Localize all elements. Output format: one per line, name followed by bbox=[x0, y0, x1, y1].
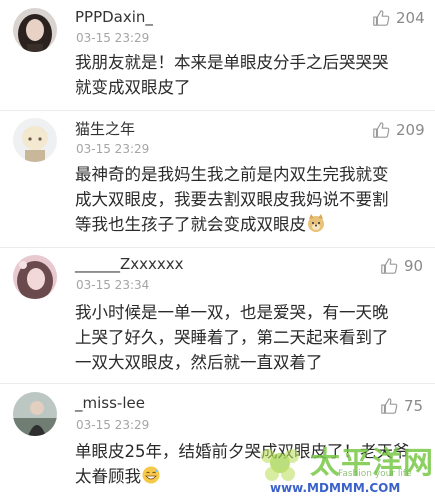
comment-text: 我小时候是一单一双，也是爱哭，有一天晚 上哭了好久，哭睡着了，第二天起来看到了 … bbox=[75, 300, 425, 375]
like-button[interactable]: 209 bbox=[372, 121, 425, 139]
timestamp: 03-15 23:29 bbox=[76, 142, 150, 156]
like-count: 75 bbox=[404, 397, 424, 415]
watermark-url: www.MDMMM.COM bbox=[270, 481, 401, 495]
comment-line: 我朋友就是！本来是单眼皮分手之后哭哭哭 bbox=[75, 53, 389, 72]
divider bbox=[0, 383, 435, 384]
comment-line: 一双大双眼皮，然后就一直双着了 bbox=[75, 353, 323, 372]
avatar[interactable] bbox=[13, 8, 57, 52]
doge-emoji bbox=[306, 213, 326, 240]
username[interactable]: PPPDaxin_ bbox=[75, 8, 153, 26]
timestamp: 03-15 23:29 bbox=[76, 418, 150, 432]
divider bbox=[0, 247, 435, 248]
watermark: 太平洋网 Fashion your life www.MDMMM.COM bbox=[250, 436, 435, 500]
like-button[interactable]: 204 bbox=[372, 9, 425, 27]
like-button[interactable]: 90 bbox=[380, 257, 423, 275]
avatar[interactable] bbox=[13, 392, 57, 436]
username[interactable]: _miss-lee bbox=[75, 394, 145, 412]
comment-text: 最神奇的是我妈生我之前是内双生完我就变 成大双眼皮，我要去割双眼皮我妈说不要割 … bbox=[75, 162, 425, 240]
divider bbox=[0, 110, 435, 111]
comment-line: 最神奇的是我妈生我之前是内双生完我就变 bbox=[75, 165, 389, 184]
comment-line-text: 太眷顾我 bbox=[75, 467, 141, 486]
comment-line: 我小时候是一单一双，也是爱哭，有一天晚 bbox=[75, 303, 389, 322]
comment-line: 就变成双眼皮了 bbox=[75, 78, 191, 97]
avatar[interactable] bbox=[13, 255, 57, 299]
thumbs-up-icon bbox=[381, 398, 398, 414]
watermark-subtitle: Fashion your life bbox=[338, 469, 412, 479]
like-count: 204 bbox=[396, 9, 425, 27]
comment-line: 成大双眼皮，我要去割双眼皮我妈说不要割 bbox=[75, 190, 389, 209]
thumbs-up-icon bbox=[381, 258, 398, 274]
like-count: 90 bbox=[404, 257, 424, 275]
comment-line: 等我也生孩子了就会变成双眼皮 bbox=[75, 212, 425, 240]
comment-line-text: 等我也生孩子了就会变成双眼皮 bbox=[75, 215, 306, 234]
avatar[interactable] bbox=[13, 118, 57, 162]
thumbs-up-icon bbox=[373, 10, 390, 26]
timestamp: 03-15 23:34 bbox=[76, 278, 150, 292]
comment-line: 上哭了好久，哭睡着了，第二天起来看到了 bbox=[75, 328, 389, 347]
like-button[interactable]: 75 bbox=[380, 397, 423, 415]
like-count: 209 bbox=[396, 121, 425, 139]
thumbs-up-icon bbox=[373, 122, 390, 138]
username[interactable]: 猫生之年 bbox=[75, 118, 135, 139]
timestamp: 03-15 23:29 bbox=[76, 31, 150, 45]
grin-emoji bbox=[141, 465, 161, 492]
comment-text: 我朋友就是！本来是单眼皮分手之后哭哭哭 就变成双眼皮了 bbox=[75, 50, 425, 100]
username[interactable]: ______Zxxxxxx bbox=[75, 255, 184, 273]
